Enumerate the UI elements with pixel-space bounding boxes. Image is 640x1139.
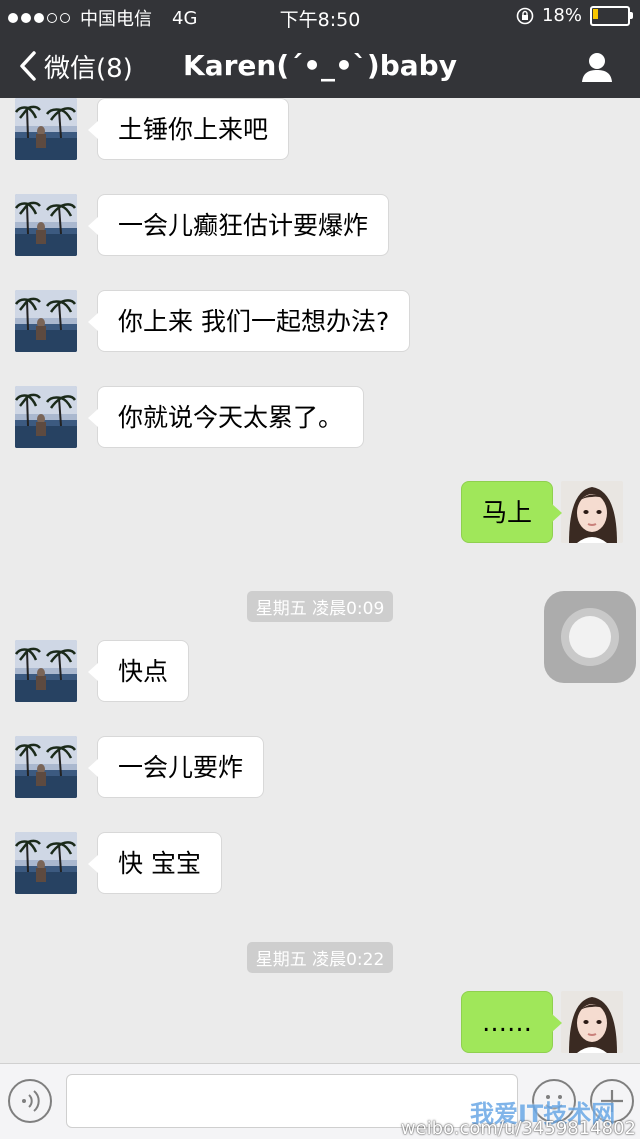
incoming-message-bubble[interactable]: 土锤你上来吧 (87, 98, 290, 160)
rotation-lock-icon (516, 7, 534, 24)
time-divider-label: 星期五 凌晨0:22 (246, 942, 394, 973)
my-avatar[interactable] (561, 991, 623, 1053)
back-label: 微信(8) (44, 53, 133, 84)
contact-avatar[interactable] (15, 290, 77, 352)
incoming-message-bubble[interactable]: 你上来 我们一起想办法? (87, 290, 411, 352)
incoming-message-bubble[interactable]: 一会儿癫狂估计要爆炸 (87, 194, 390, 256)
message-row: 快 宝宝 (0, 832, 640, 894)
input-bar: 我爱IT技术网 weibo.com/u/3459814802 (0, 1063, 640, 1139)
message-row: 土锤你上来吧 (0, 98, 640, 160)
message-row: 你上来 我们一起想办法? (0, 290, 640, 352)
message-row: 一会儿要炸 (0, 736, 640, 798)
incoming-message-bubble[interactable]: 快 宝宝 (88, 832, 222, 894)
contact-avatar[interactable] (15, 386, 77, 448)
message-row: 马上 (0, 481, 640, 543)
battery-percent: 18% (541, 5, 582, 26)
contact-avatar[interactable] (15, 640, 77, 702)
chevron-left-icon (20, 51, 36, 81)
incoming-message-bubble[interactable]: 你就说今天太累了。 (87, 386, 365, 448)
chat-header: 中国电信 4G 下午8:50 18% 微信(8) Karen(´•_•`)bab… (0, 0, 640, 98)
outgoing-message-bubble[interactable]: 马上 (460, 481, 563, 543)
my-avatar[interactable] (561, 481, 623, 543)
message-list[interactable]: 土锤你上来吧一会儿癫狂估计要爆炸 你上来 我们一起想办法? 你就说今天太累了。马上星… (0, 98, 640, 1063)
contact-avatar[interactable] (15, 736, 77, 798)
message-row: …… (0, 991, 640, 1053)
weibo-watermark: weibo.com/u/3459814802 (400, 1118, 636, 1139)
voice-input-button[interactable] (8, 1079, 52, 1123)
nav-bar: 微信(8) Karen(´•_•`)baby (0, 32, 640, 98)
contact-avatar[interactable] (15, 98, 77, 160)
time-divider: 星期五 凌晨0:22 (0, 942, 640, 973)
incoming-message-bubble[interactable]: 快点 (87, 640, 190, 702)
outgoing-message-bubble[interactable]: …… (461, 991, 562, 1053)
voice-icon (22, 1090, 40, 1112)
chat-title: Karen(´•_•`)baby (183, 49, 457, 82)
assistive-touch-button[interactable] (544, 591, 636, 683)
message-row: 一会儿癫狂估计要爆炸 (0, 194, 640, 256)
time-divider-label: 星期五 凌晨0:09 (246, 591, 394, 622)
contact-avatar[interactable] (15, 832, 77, 894)
contact-avatar[interactable] (15, 194, 77, 256)
status-bar: 中国电信 4G 下午8:50 18% (0, 0, 640, 32)
incoming-message-bubble[interactable]: 一会儿要炸 (87, 736, 265, 798)
contact-profile-icon[interactable] (580, 50, 614, 84)
back-button[interactable]: 微信(8) (18, 46, 133, 86)
battery-icon (590, 5, 633, 26)
message-row: 你就说今天太累了。 (0, 386, 640, 448)
